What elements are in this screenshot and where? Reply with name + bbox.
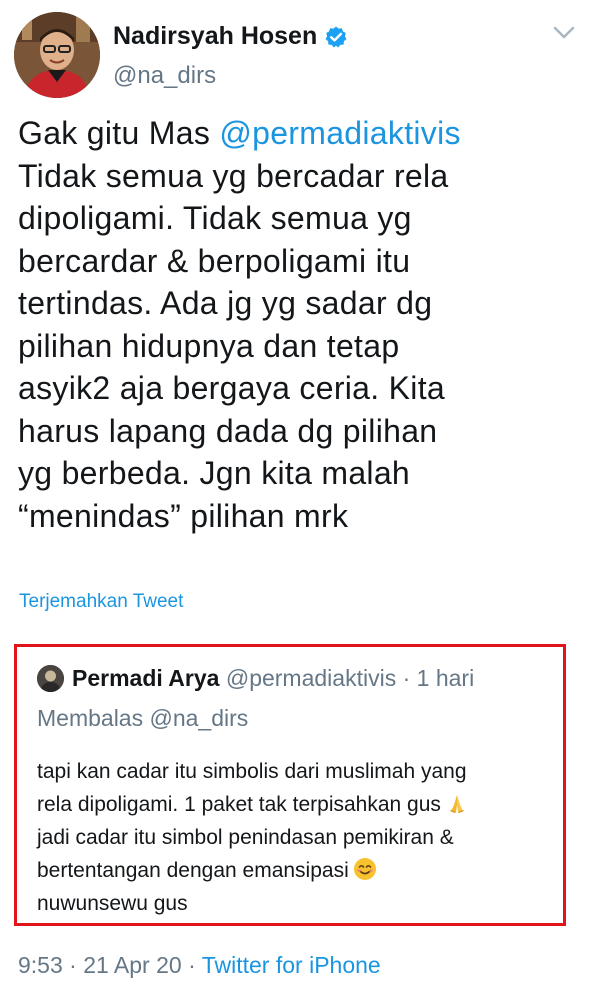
quoted-time: 1 hari bbox=[416, 665, 475, 691]
tweet-text-line: dipoligami. Tidak semua yg bbox=[18, 200, 412, 236]
quoted-text-segment: rela dipoligami. 1 paket tak terpisahkan… bbox=[37, 793, 441, 816]
quoted-text-line: tapi kan cadar itu simbolis dari muslima… bbox=[37, 760, 467, 783]
tweet-text-segment: Gak gitu Mas bbox=[18, 115, 220, 151]
quoted-author-avatar bbox=[37, 665, 64, 692]
verified-badge-icon bbox=[325, 26, 347, 47]
quoted-text: tapi kan cadar itu simbolis dari muslima… bbox=[37, 755, 469, 920]
author-name[interactable]: Nadirsyah Hosen bbox=[113, 22, 317, 51]
author-handle[interactable]: @na_dirs bbox=[113, 62, 216, 90]
footer-separator: · bbox=[188, 952, 196, 978]
quoted-author-handle[interactable]: @permadiaktivis bbox=[226, 665, 396, 691]
author-name-row: Nadirsyah Hosen bbox=[113, 22, 348, 51]
reply-to-label: Membalas @na_dirs bbox=[37, 705, 249, 731]
tweet-time[interactable]: 9:53 bbox=[18, 952, 63, 978]
quoted-text-line: nuwunsewu gus bbox=[37, 892, 188, 915]
tweet-text-line: harus lapang dada dg pilihan bbox=[18, 412, 438, 449]
tweet-text-line: Tidak semua yg bercadar rela bbox=[18, 157, 449, 194]
tweet-footer: 9:53 · 21 Apr 20 · Twitter for iPhone bbox=[18, 952, 381, 979]
quoted-avatar-image bbox=[37, 665, 64, 692]
tweet-text-line: bercardar & berpoligami itu bbox=[18, 242, 411, 279]
quoted-tweet[interactable]: Permadi Arya @permadiaktivis · 1 hari Me… bbox=[14, 644, 566, 926]
tweet-date[interactable]: 21 Apr 20 bbox=[83, 952, 181, 978]
quoted-text-line: jadi cadar itu simbol penindasan pemikir… bbox=[37, 826, 454, 849]
tweet-text-line: yg berbeda. Jgn kita malah bbox=[18, 455, 411, 491]
translate-tweet-link[interactable]: Terjemahkan Tweet bbox=[19, 591, 183, 613]
smiling-face-emoji-icon bbox=[353, 858, 376, 880]
quoted-header: Permadi Arya @permadiaktivis · 1 hari bbox=[72, 665, 474, 692]
tweet-text-line: asyik2 aja bergaya ceria. Kita bbox=[18, 370, 445, 406]
quoted-text-line: bertentangan dengan emansipasi bbox=[37, 854, 469, 887]
meta-separator: · bbox=[402, 665, 411, 691]
tweet-text-line: pilihan hidupnya dan tetap bbox=[18, 327, 400, 364]
tweet-text-line: “menindas” pilihan mrk bbox=[18, 497, 349, 534]
tweet-text-line: tertindas. Ada jg yg sadar dg bbox=[18, 285, 433, 321]
tweet-source-link[interactable]: Twitter for iPhone bbox=[202, 952, 381, 978]
quoted-author-name[interactable]: Permadi Arya bbox=[72, 665, 219, 691]
avatar-image bbox=[14, 12, 100, 98]
folded-hands-emoji-icon bbox=[449, 795, 464, 813]
author-avatar[interactable] bbox=[14, 12, 100, 98]
tweet-text: Gak gitu Mas @permadiaktivis Tidak semua… bbox=[18, 112, 578, 537]
footer-separator: · bbox=[69, 952, 77, 978]
quoted-text-line: rela dipoligami. 1 paket tak terpisahkan… bbox=[37, 788, 469, 821]
mention-link[interactable]: @permadiaktivis bbox=[219, 115, 461, 151]
chevron-down-icon[interactable] bbox=[553, 26, 575, 40]
tweet-text-line: Gak gitu Mas @permadiaktivis bbox=[18, 112, 578, 155]
quoted-text-segment: bertentangan dengan emansipasi bbox=[37, 859, 349, 882]
